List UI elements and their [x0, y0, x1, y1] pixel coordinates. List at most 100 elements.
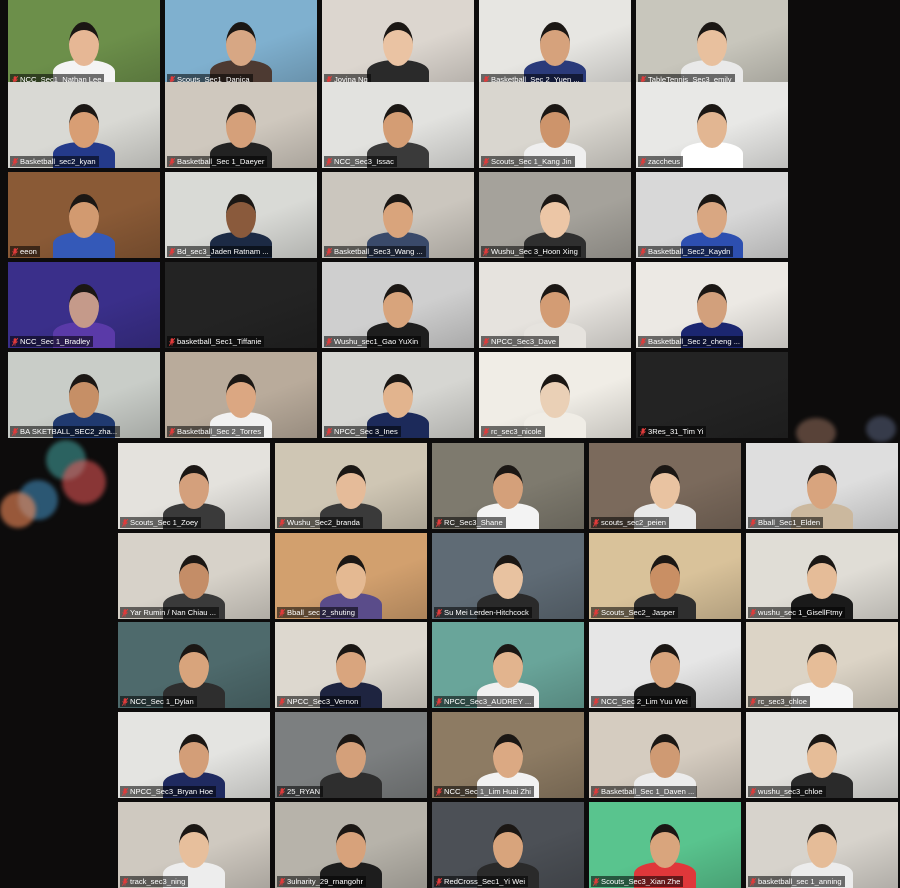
participant-video-tile[interactable]: scouts_sec2_peien	[589, 443, 741, 529]
participant-video-tile[interactable]: wushu_sec3_chloe	[746, 712, 898, 798]
participant-face	[650, 465, 680, 509]
participant-video-tile[interactable]: Basketball_Sec 1_Daeyer	[165, 82, 317, 168]
participant-video-tile[interactable]: RedCross_Sec1_Yi Wei	[432, 802, 584, 888]
participant-video-tile[interactable]: Scouts_Sec2_ Jasper	[589, 533, 741, 619]
participant-video-tile[interactable]: NPCC_Sec3_AUDREY ...	[432, 622, 584, 708]
participant-name-label: Wushu_Sec 3_Hoon Xing	[481, 246, 581, 257]
participant-video-tile[interactable]: Basketball_Sec 2_Yuen ...	[479, 0, 631, 86]
participant-face	[336, 555, 366, 599]
participant-video-tile[interactable]: track_sec3_ning	[118, 802, 270, 888]
participant-video-tile[interactable]: wushu_sec 1_GisellFtmy	[746, 533, 898, 619]
muted-mic-icon	[169, 157, 175, 166]
participant-name-label: Scouts_Sec 1_Zoey	[120, 517, 201, 528]
muted-mic-icon	[12, 337, 18, 346]
participant-video-tile[interactable]: NCC_Sec3_Issac	[322, 82, 474, 168]
participant-name: NCC_Sec 1_Lim Huai Zhi	[444, 787, 531, 796]
participant-face	[493, 644, 523, 688]
participant-video-tile[interactable]: Wushu_Sec 3_Hoon Xing	[479, 172, 631, 258]
participant-video-tile[interactable]: Yar Rumin / Nan Chiau ...	[118, 533, 270, 619]
participant-video-tile[interactable]: TableTennis_Sec3_emily	[636, 0, 788, 86]
participant-name-label: Basketball_Sec2_Kaydn	[638, 246, 734, 257]
muted-mic-icon	[122, 787, 128, 796]
participant-video-tile[interactable]: NCC_Sec 1_Bradley	[8, 262, 160, 348]
participant-video-tile[interactable]: Basketball_Sec 2_Torres	[165, 352, 317, 438]
participant-video-tile[interactable]: NPCC_Sec3_Vernon	[275, 622, 427, 708]
participant-video-tile[interactable]: zaccheus	[636, 82, 788, 168]
participant-name-label: NPCC_Sec3_Bryan Hoe	[120, 786, 217, 797]
participant-name: Scouts_Sec 1_Zoey	[130, 518, 198, 527]
participant-name: Basketball_Sec2_Kaydn	[648, 247, 731, 256]
participant-video-tile[interactable]: Scouts_Sec3_Xian Zhe	[589, 802, 741, 888]
participant-name-label: Basketball_Sec3_Wang ...	[324, 246, 426, 257]
participant-video-tile[interactable]: Basketball_Sec3_Wang ...	[322, 172, 474, 258]
participant-video-tile[interactable]: Basketball_Sec 1_Daven ...	[589, 712, 741, 798]
participant-face	[383, 22, 413, 66]
participant-face	[69, 374, 99, 418]
participant-video-tile[interactable]: 25_RYAN	[275, 712, 427, 798]
participant-video-tile[interactable]: NPCC_Sec3_Bryan Hoe	[118, 712, 270, 798]
participant-video-tile[interactable]: Bd_sec3_Jaden Ratnam ...	[165, 172, 317, 258]
participant-video-tile[interactable]: basketball_Sec1_Tiffanie	[165, 262, 317, 348]
participant-face	[226, 104, 256, 148]
participant-name: wushu_sec 1_GisellFtmy	[758, 608, 843, 617]
participant-name: Basketball_Sec 2_cheng ...	[648, 337, 741, 346]
participant-video-tile[interactable]: Jovina Ng	[322, 0, 474, 86]
participant-video-tile[interactable]: RC_Sec3_Shane	[432, 443, 584, 529]
muted-mic-icon	[436, 787, 442, 796]
participant-name-label: NPCC_Sec3_Dave	[481, 336, 559, 347]
participant-video-tile[interactable]: rc_sec3_chloe	[746, 622, 898, 708]
participant-face	[179, 555, 209, 599]
participant-video-tile[interactable]: NCC_Sec 1_Dylan	[118, 622, 270, 708]
participant-name: Basketball_sec2_kyan	[20, 157, 96, 166]
participant-video-tile[interactable]: basketball_sec 1_anning	[746, 802, 898, 888]
participant-video-tile[interactable]: Scouts_Sec1_Danica	[165, 0, 317, 86]
participant-video-tile[interactable]: NCC_Sec 2_Lim Yuu Wei	[589, 622, 741, 708]
participant-name: Basketball_Sec 1_Daven ...	[601, 787, 695, 796]
participant-name: Su Mei Lerden-Hitchcock	[444, 608, 529, 617]
participant-name-label: 25_RYAN	[277, 786, 324, 797]
participant-video-tile[interactable]: NPCC_Sec 3_Ines	[322, 352, 474, 438]
participant-video-tile[interactable]: Scouts_Sec 1_Zoey	[118, 443, 270, 529]
participant-video-tile[interactable]: NCC_Sec 1_Lim Huai Zhi	[432, 712, 584, 798]
participant-face	[697, 194, 727, 238]
participant-video-tile[interactable]: BA SKETBALL_SEC2_zha...	[8, 352, 160, 438]
participant-name-label: Scouts_Sec2_ Jasper	[591, 607, 678, 618]
participant-name-label: Basketball_sec2_kyan	[10, 156, 99, 167]
participant-name: NPCC_Sec3_Dave	[491, 337, 556, 346]
participant-video-tile[interactable]: NPCC_Sec3_Dave	[479, 262, 631, 348]
muted-mic-icon	[483, 427, 489, 436]
participant-video-tile[interactable]: 3ulnarity_29_rnangohr	[275, 802, 427, 888]
muted-mic-icon	[750, 787, 756, 796]
participant-video-tile[interactable]: Wushu_Sec2_branda	[275, 443, 427, 529]
participant-name: Bd_sec3_Jaden Ratnam ...	[177, 247, 269, 256]
participant-video-tile[interactable]: Bball_Sec1_Elden	[746, 443, 898, 529]
muted-mic-icon	[279, 787, 285, 796]
participant-name-label: Su Mei Lerden-Hitchcock	[434, 607, 532, 618]
participant-video-tile[interactable]: Scouts_Sec 1_Kang Jin	[479, 82, 631, 168]
participant-video-tile[interactable]: rc_sec3_nicole	[479, 352, 631, 438]
participant-name: scouts_sec2_peien	[601, 518, 667, 527]
participant-face	[336, 734, 366, 778]
participant-video-tile[interactable]: Su Mei Lerden-Hitchcock	[432, 533, 584, 619]
participant-video-tile[interactable]: Bball_sec 2_shuting	[275, 533, 427, 619]
muted-mic-icon	[640, 247, 646, 256]
participant-name: Wushu_Sec 3_Hoon Xing	[491, 247, 578, 256]
participant-video-tile[interactable]: 3Res_31_Tim Yi	[636, 352, 788, 438]
muted-mic-icon	[326, 427, 332, 436]
participant-video-tile[interactable]: Basketball_Sec2_Kaydn	[636, 172, 788, 258]
participant-face	[179, 465, 209, 509]
participant-video-tile[interactable]: eeon	[8, 172, 160, 258]
participant-name-label: wushu_sec 1_GisellFtmy	[748, 607, 846, 618]
participant-name-label: Basketball_Sec 2_Torres	[167, 426, 264, 437]
participant-name: Scouts_Sec2_ Jasper	[601, 608, 675, 617]
participant-name: NCC_Sec3_Issac	[334, 157, 394, 166]
participant-name: Basketball_Sec3_Wang ...	[334, 247, 423, 256]
participant-video-tile[interactable]: Wushu_sec1_Gao YuXin	[322, 262, 474, 348]
participant-video-tile[interactable]: Basketball_Sec 2_cheng ...	[636, 262, 788, 348]
participant-video-tile[interactable]: Basketball_sec2_kyan	[8, 82, 160, 168]
muted-mic-icon	[169, 427, 175, 436]
muted-mic-icon	[169, 337, 175, 346]
muted-mic-icon	[12, 157, 18, 166]
participant-face	[493, 734, 523, 778]
participant-video-tile[interactable]: NCC_Sec1_Nathan Lee	[8, 0, 160, 86]
